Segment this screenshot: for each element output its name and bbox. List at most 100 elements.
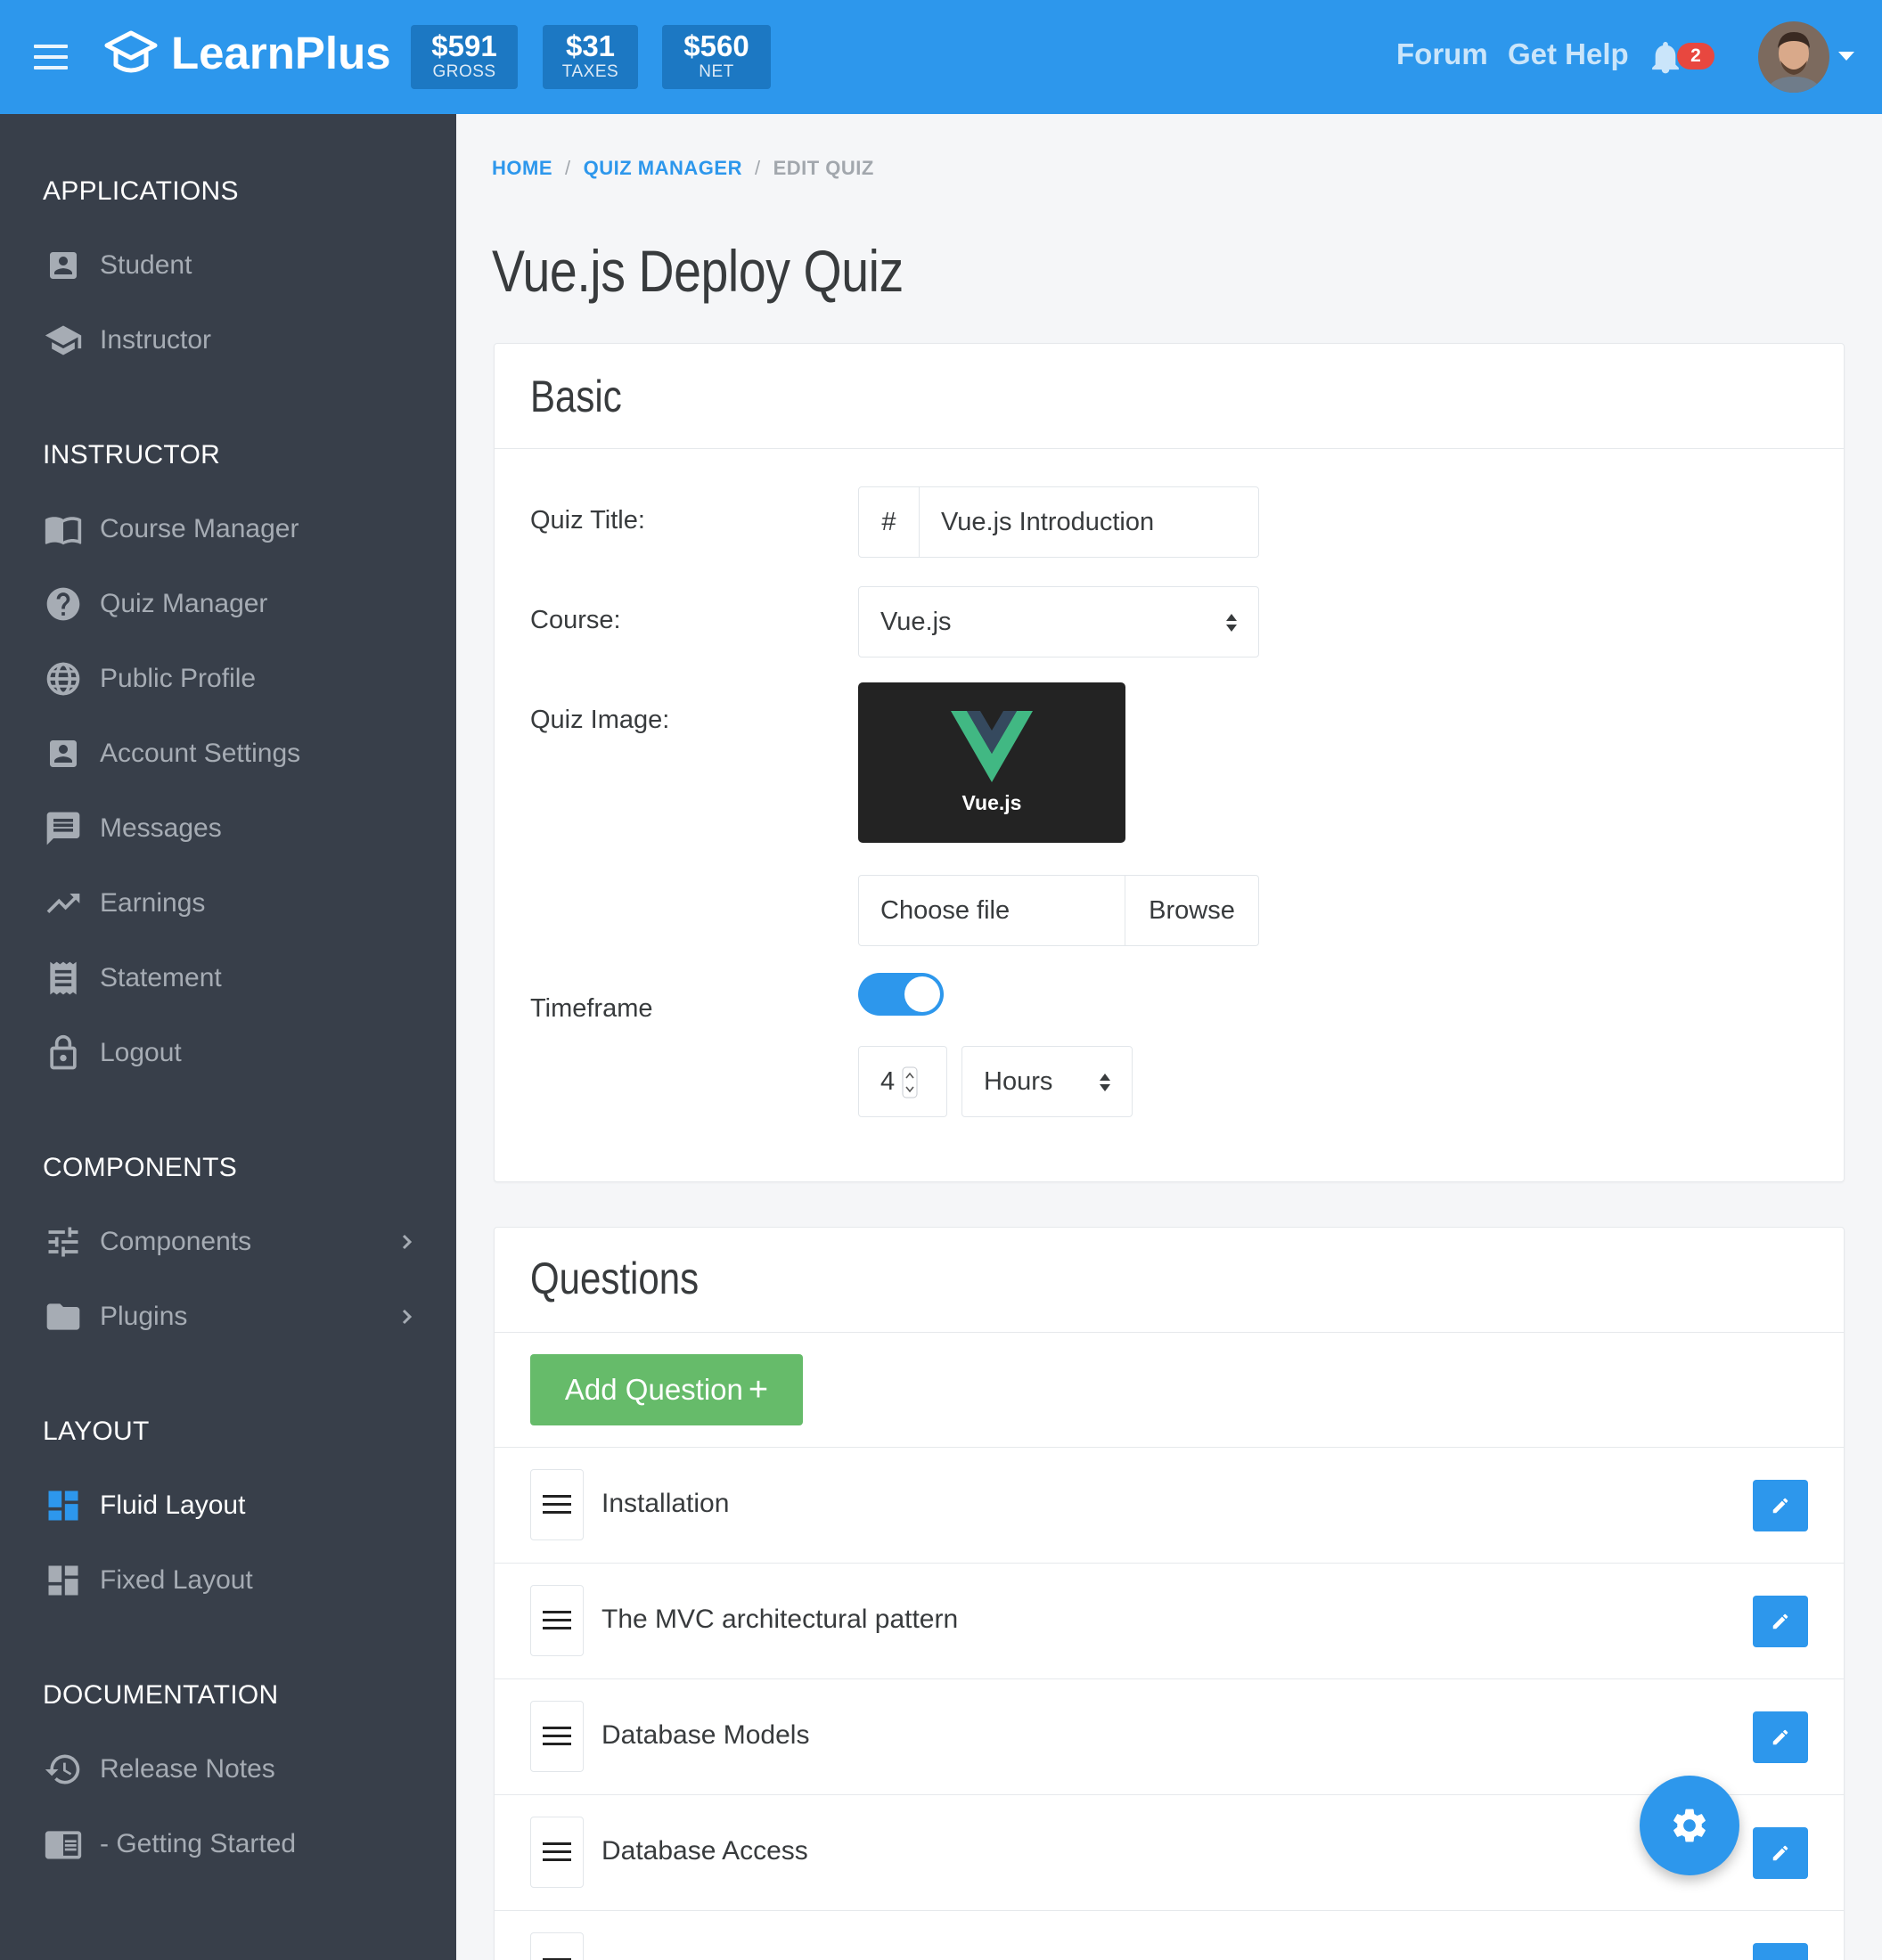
history-icon [43,1749,84,1790]
chevron-down-icon[interactable] [1838,52,1854,61]
menu-icon[interactable] [34,45,68,69]
sidebar-item-getting-started[interactable]: - Getting Started [43,1819,417,1869]
timeframe-toggle[interactable] [858,973,944,1016]
stat-gross: $591 GROSS [411,25,518,89]
drag-handle-icon[interactable] [530,1585,584,1656]
course-select-value: Vue.js [880,607,952,636]
sidebar-item-label: Statement [100,963,222,992]
sidebar-item-label: Public Profile [100,664,257,693]
quiz-title-label: Quiz Title: [530,506,645,535]
pencil-icon [1772,1845,1788,1861]
sidebar-item-earnings[interactable]: Earnings [43,878,417,928]
sidebar-item-release-notes[interactable]: Release Notes [43,1744,417,1794]
basic-card-title: Basic [530,372,622,421]
course-label: Course: [530,606,621,634]
file-input-placeholder: Choose file [880,895,1011,925]
course-select[interactable]: Vue.js [858,586,1259,657]
stat-taxes: $31 TAXES [543,25,638,89]
pencil-icon [1772,1613,1788,1629]
edit-button[interactable] [1753,1827,1808,1879]
quiz-image-label: Quiz Image: [530,706,670,734]
sidebar-item-quiz-manager[interactable]: Quiz Manager [43,579,417,629]
timeframe-amount-input[interactable]: 4 [858,1046,947,1117]
forum-link[interactable]: Forum [1396,37,1488,71]
toggle-knob [904,976,940,1012]
breadcrumb-quiz-manager[interactable]: QUIZ MANAGER [584,157,742,179]
question-row[interactable] [495,1910,1844,1960]
sidebar-item-label: Messages [100,813,222,843]
breadcrumb-home[interactable]: HOME [492,157,552,179]
timeframe-unit-select[interactable]: Hours [961,1046,1133,1117]
sidebar-item-instructor[interactable]: Instructor [43,315,417,365]
file-input[interactable]: Choose file Browse [858,875,1259,946]
sidebar-item-public-profile[interactable]: Public Profile [43,654,417,704]
drag-handle-icon[interactable] [530,1817,584,1888]
quiz-image-preview: Vue.js [858,682,1125,843]
stat-value: $591 [431,29,497,62]
drag-handle-icon[interactable] [530,1469,584,1540]
sidebar-heading-instructor: INSTRUCTOR [43,440,221,470]
question-row[interactable]: The MVC architectural pattern [495,1563,1844,1678]
timeframe-amount-value: 4 [880,1066,896,1096]
settings-fab-button[interactable] [1640,1776,1739,1875]
school-icon [43,320,84,361]
gear-icon [1673,1809,1706,1842]
question-row[interactable]: Database Models [495,1678,1844,1794]
sidebar-item-logout[interactable]: Logout [43,1028,417,1078]
sidebar-item-account-settings[interactable]: Account Settings [43,729,417,779]
breadcrumb: HOME / QUIZ MANAGER / EDIT QUIZ [492,157,874,180]
drag-handle-icon[interactable] [530,1701,584,1772]
edit-button[interactable] [1753,1711,1808,1763]
sidebar-item-student[interactable]: Student [43,241,417,290]
edit-button[interactable] [1753,1480,1808,1531]
receipt-icon [43,958,84,999]
sidebar-item-components[interactable]: Components [43,1217,417,1267]
sidebar-item-label: Plugins [100,1302,188,1331]
trending-up-icon [43,883,84,924]
help-circle-icon [43,584,84,625]
drag-handle-icon[interactable] [530,1932,584,1960]
quiz-title-input[interactable]: Vue.js Introduction [920,508,1154,537]
avatar[interactable] [1758,21,1829,93]
stat-value: $560 [683,29,749,62]
sidebar-item-label: Components [100,1227,252,1256]
sidebar-item-fixed-layout[interactable]: Fixed Layout [43,1556,417,1605]
sidebar-item-label: Fixed Layout [100,1565,253,1595]
plus-icon: + [748,1370,769,1409]
sidebar-heading-documentation: DOCUMENTATION [43,1680,279,1710]
number-spinner-icon[interactable] [902,1066,918,1098]
sidebar-item-label: Fluid Layout [100,1490,246,1520]
sidebar-heading-components: COMPONENTS [43,1153,238,1182]
sidebar-item-label: Logout [100,1038,182,1067]
pencil-icon [1772,1498,1788,1514]
book-icon [43,509,84,550]
browse-button[interactable]: Browse [1125,876,1258,945]
sidebar-item-label: Course Manager [100,514,299,543]
divider [495,448,1844,449]
sidebar-item-statement[interactable]: Statement [43,953,417,1003]
sidebar-item-messages[interactable]: Messages [43,804,417,853]
stat-label: GROSS [432,62,496,81]
question-title: The MVC architectural pattern [601,1605,959,1634]
get-help-link[interactable]: Get Help [1508,37,1629,71]
stat-net: $560 NET [662,25,771,89]
brand-logo[interactable]: LearnPlus [103,27,391,79]
sidebar-item-label: Quiz Manager [100,589,268,618]
edit-button[interactable] [1753,1943,1808,1960]
globe-icon [43,658,84,699]
sidebar-item-course-manager[interactable]: Course Manager [43,504,417,554]
question-title: Database Models [601,1720,810,1750]
question-row[interactable]: Installation [495,1447,1844,1563]
add-question-button[interactable]: Add Question + [530,1354,803,1425]
add-question-label: Add Question [564,1373,743,1406]
lock-icon [43,1033,84,1074]
sidebar-item-plugins[interactable]: Plugins [43,1292,417,1342]
divider [495,1332,1844,1333]
sidebar-item-label: Student [100,250,192,280]
sidebar-item-fluid-layout[interactable]: Fluid Layout [43,1481,417,1531]
bell-icon[interactable] [1650,39,1681,75]
top-navbar: LearnPlus $591 GROSS $31 TAXES $560 NET … [0,0,1882,114]
edit-button[interactable] [1753,1596,1808,1647]
vue-logo-icon [951,711,1033,782]
breadcrumb-separator: / [565,157,571,179]
